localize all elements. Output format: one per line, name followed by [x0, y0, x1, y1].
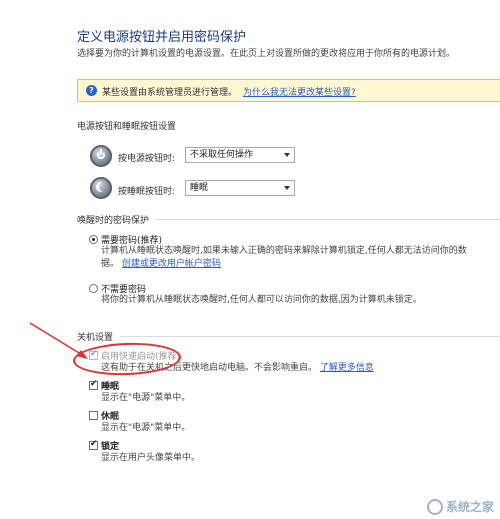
watermark: 系统之家 [426, 498, 494, 515]
watermark-logo-icon [426, 499, 443, 515]
annotation-arrow [29, 322, 88, 359]
watermark-text: 系统之家 [445, 499, 494, 514]
annotation-arrow-line [29, 322, 85, 357]
